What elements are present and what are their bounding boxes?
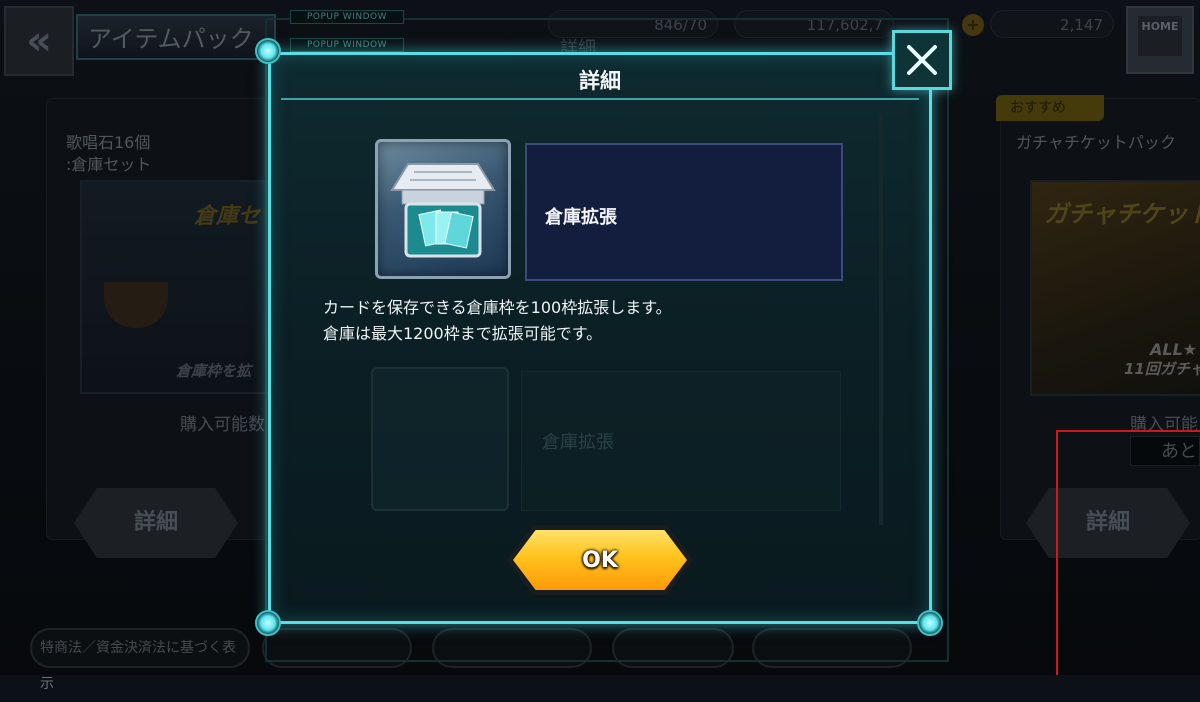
close-button[interactable]	[892, 30, 952, 90]
close-icon	[907, 45, 937, 75]
ok-label: OK	[582, 547, 618, 573]
item-name-box: 倉庫拡張	[525, 143, 843, 281]
corner-node-bottom-left	[255, 610, 281, 636]
annotation-line-vertical	[1056, 430, 1058, 675]
corner-node-top-left	[255, 38, 281, 64]
faded-item-name: 倉庫拡張	[542, 432, 614, 453]
scrollbar-track[interactable]	[879, 115, 883, 525]
detail-popup: 詳細 倉庫拡張 カードを保存できる倉庫枠を100枠拡張します。 倉庫は最大120…	[268, 52, 932, 624]
annotation-line-horizontal	[1056, 430, 1200, 432]
item-description: カードを保存できる倉庫枠を100枠拡張します。 倉庫は最大1200枠まで拡張可能…	[323, 295, 672, 347]
storage-expansion-graphic	[390, 163, 496, 258]
ok-button-face: OK	[513, 530, 687, 590]
storage-expansion-icon	[375, 139, 511, 279]
corner-node-bottom-right	[917, 610, 943, 636]
item-name: 倉庫拡張	[545, 207, 617, 228]
description-line-1: カードを保存できる倉庫枠を100枠拡張します。	[323, 298, 672, 317]
title-divider	[281, 98, 919, 100]
ok-button[interactable]: OK	[507, 525, 693, 595]
faded-item-box: 倉庫拡張	[521, 371, 841, 511]
description-line-2: 倉庫は最大1200枠まで拡張可能です。	[323, 324, 603, 343]
popup-title: 詳細	[579, 69, 621, 93]
faded-item-icon	[371, 367, 509, 511]
